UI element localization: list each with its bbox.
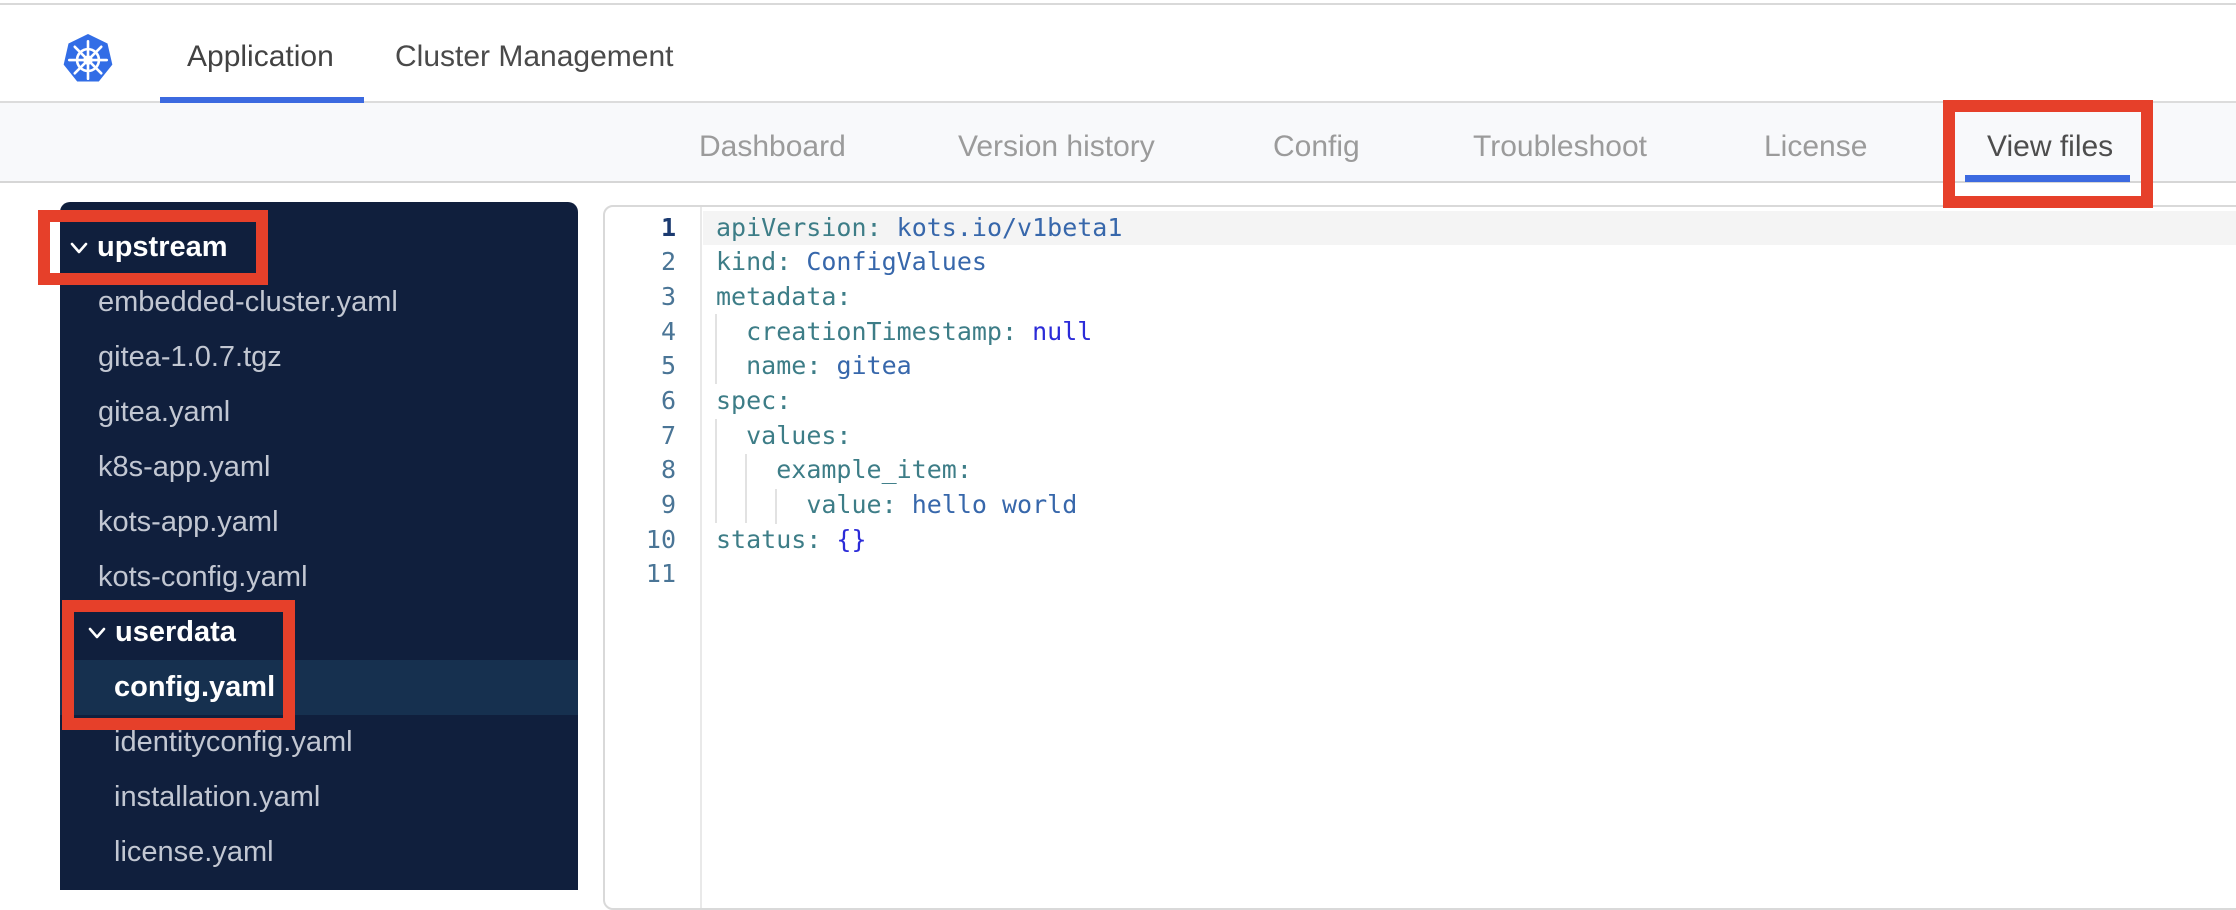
file-kots-app-yaml[interactable]: kots-app.yaml (60, 495, 578, 550)
tree-item-label: embedded-cluster.yaml (98, 286, 398, 318)
tab-config[interactable]: Config (1273, 103, 1360, 181)
file-k8s-app-yaml[interactable]: k8s-app.yaml (60, 440, 578, 495)
line-number: 3 (660, 281, 676, 311)
code-line-4: creationTimestamp: null (746, 316, 1093, 346)
tab-dashboard[interactable]: Dashboard (699, 103, 846, 181)
line-number: 10 (645, 524, 676, 554)
tree-item-label: installation.yaml (114, 781, 321, 813)
file-gitea-yaml[interactable]: gitea.yaml (60, 385, 578, 440)
file-tree-sidebar: upstream embedded-cluster.yaml gitea-1.0.7… (60, 202, 578, 890)
secondary-nav: Dashboard Version history Config Troublesho… (0, 103, 2236, 183)
code-line-8: example_item: (776, 455, 972, 485)
code-content: apiVersion: kots.io/v1beta1 kind: ConfigV… (704, 207, 2236, 908)
tree-item-label: license.yaml (114, 836, 274, 868)
code-line-7: values: (746, 420, 852, 450)
line-number: 9 (660, 490, 676, 519)
tree-item-label: userdata (115, 616, 236, 648)
tree-item-label: gitea-1.0.7.tgz (98, 341, 282, 373)
tab-view-files[interactable]: View files (1965, 103, 2131, 182)
line-number: 8 (660, 455, 676, 485)
tree-item-label: kots-config.yaml (98, 561, 308, 593)
line-number: 5 (660, 351, 676, 381)
tree-item-label: identityconfig.yaml (114, 726, 353, 758)
code-line-9: value: hello world (806, 490, 1078, 519)
file-gitea-1-0-7-tgz[interactable]: gitea-1.0.7.tgz (60, 330, 578, 385)
code-line-5: name: gitea (746, 351, 912, 381)
file-viewer-editor[interactable]: 1 2 3 4 5 6 7 8 9 10 11 apiVersion: kots.io/v1beta… (603, 205, 2236, 910)
app-header: Application Cluster Management (0, 5, 2236, 103)
kubernetes-logo-icon (63, 34, 113, 82)
code-line-6: spec: (716, 385, 792, 415)
code-line-2: kind: ConfigValues (716, 247, 987, 277)
folder-userdata[interactable]: userdata (60, 605, 578, 660)
code-line-3: metadata: (716, 281, 852, 311)
code-line-10: status: {} (716, 524, 867, 554)
tree-item-label: kots-app.yaml (98, 506, 279, 538)
tab-troubleshoot[interactable]: Troubleshoot (1473, 103, 1647, 181)
tree-item-label: gitea.yaml (98, 396, 231, 428)
file-kots-config-yaml[interactable]: kots-config.yaml (60, 550, 578, 605)
line-number: 11 (645, 559, 676, 589)
tree-item-label: config.yaml (114, 671, 276, 703)
chevron-down-icon[interactable] (70, 241, 88, 255)
line-number: 1 (660, 212, 676, 242)
tree-item-label: k8s-app.yaml (98, 451, 271, 483)
file-config-yaml[interactable]: config.yaml (60, 660, 578, 715)
file-installation-yaml[interactable]: installation.yaml (60, 770, 578, 825)
active-tab-underline (1965, 175, 2131, 182)
code-line-1: apiVersion: kots.io/v1beta1 (716, 212, 1123, 242)
chevron-down-icon[interactable] (88, 626, 106, 640)
line-number: 2 (660, 247, 676, 277)
tab-cluster-management[interactable]: Cluster Management (395, 5, 673, 101)
tab-application[interactable]: Application (187, 5, 334, 101)
folder-upstream[interactable]: upstream (60, 220, 578, 275)
line-number: 6 (660, 385, 676, 415)
file-license-yaml[interactable]: license.yaml (60, 825, 578, 880)
file-identityconfig-yaml[interactable]: identityconfig.yaml (60, 715, 578, 770)
line-number: 4 (660, 316, 676, 346)
line-number: 7 (660, 420, 676, 450)
tab-version-history[interactable]: Version history (958, 103, 1155, 181)
line-number-gutter: 1 2 3 4 5 6 7 8 9 10 11 (605, 207, 702, 908)
tab-license[interactable]: License (1764, 103, 1867, 181)
tree-item-label: upstream (97, 231, 228, 263)
file-embedded-cluster-yaml[interactable]: embedded-cluster.yaml (60, 275, 578, 330)
